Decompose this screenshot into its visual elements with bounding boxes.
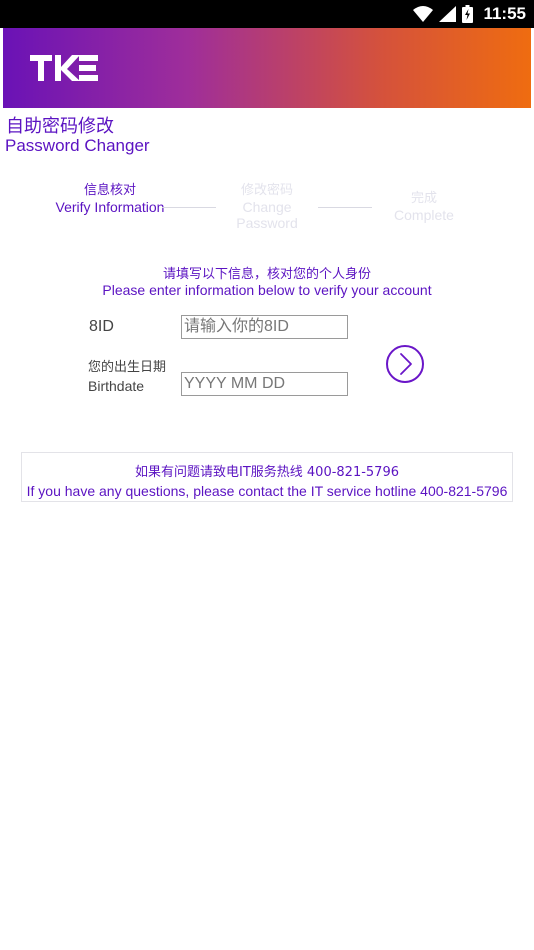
step-complete-label-en: Complete — [394, 207, 454, 223]
step-verify-label-cn: 信息核对 — [83, 183, 136, 198]
help-text-en: If you have any questions, please contac… — [26, 483, 508, 499]
chevron-right-icon — [400, 353, 412, 375]
signal-icon — [439, 6, 457, 22]
status-bar: 11:55 — [0, 0, 534, 28]
wifi-icon — [413, 6, 434, 22]
step-complete-label-cn: 完成 — [410, 191, 437, 206]
step-verify: 信息核对 Verify Information — [55, 183, 165, 215]
status-icons: 11:55 — [413, 3, 526, 25]
step-complete: 完成 Complete — [369, 191, 479, 223]
tke-logo — [30, 55, 98, 81]
step-verify-label-en: Verify Information — [55, 199, 165, 215]
step-change-label-en: Change Password — [236, 199, 298, 231]
page-title-cn: 自助密码修改 — [6, 116, 114, 137]
battery-icon — [462, 5, 474, 23]
form-prompt-en: Please enter information below to verify… — [102, 282, 432, 298]
step-change-password: 修改密码 Change Password — [212, 183, 322, 231]
step-connector — [162, 207, 216, 208]
page-title-en: Password Changer — [5, 136, 150, 155]
id-label: 8ID — [89, 318, 114, 335]
birthdate-label-cn: 您的出生日期 — [88, 360, 167, 375]
birthdate-input[interactable] — [181, 372, 348, 396]
next-button[interactable] — [386, 345, 424, 383]
help-box: 如果有问题请致电IT服务热线 400-821-5796 If you have … — [21, 452, 513, 502]
birthdate-label: 您的出生日期 Birthdate — [88, 358, 168, 396]
birthdate-label-en: Birthdate — [88, 378, 145, 394]
header-banner — [3, 28, 531, 108]
form-prompt-cn: 请填写以下信息，核对您的个人身份 — [162, 267, 371, 282]
step-indicator: 信息核对 Verify Information 修改密码 Change Pass… — [0, 180, 534, 240]
step-connector — [318, 207, 372, 208]
id-input[interactable] — [181, 315, 348, 339]
status-time: 11:55 — [483, 4, 526, 23]
step-change-label-cn: 修改密码 — [240, 183, 293, 198]
help-text-cn: 如果有问题请致电IT服务热线 400-821-5796 — [135, 465, 399, 480]
